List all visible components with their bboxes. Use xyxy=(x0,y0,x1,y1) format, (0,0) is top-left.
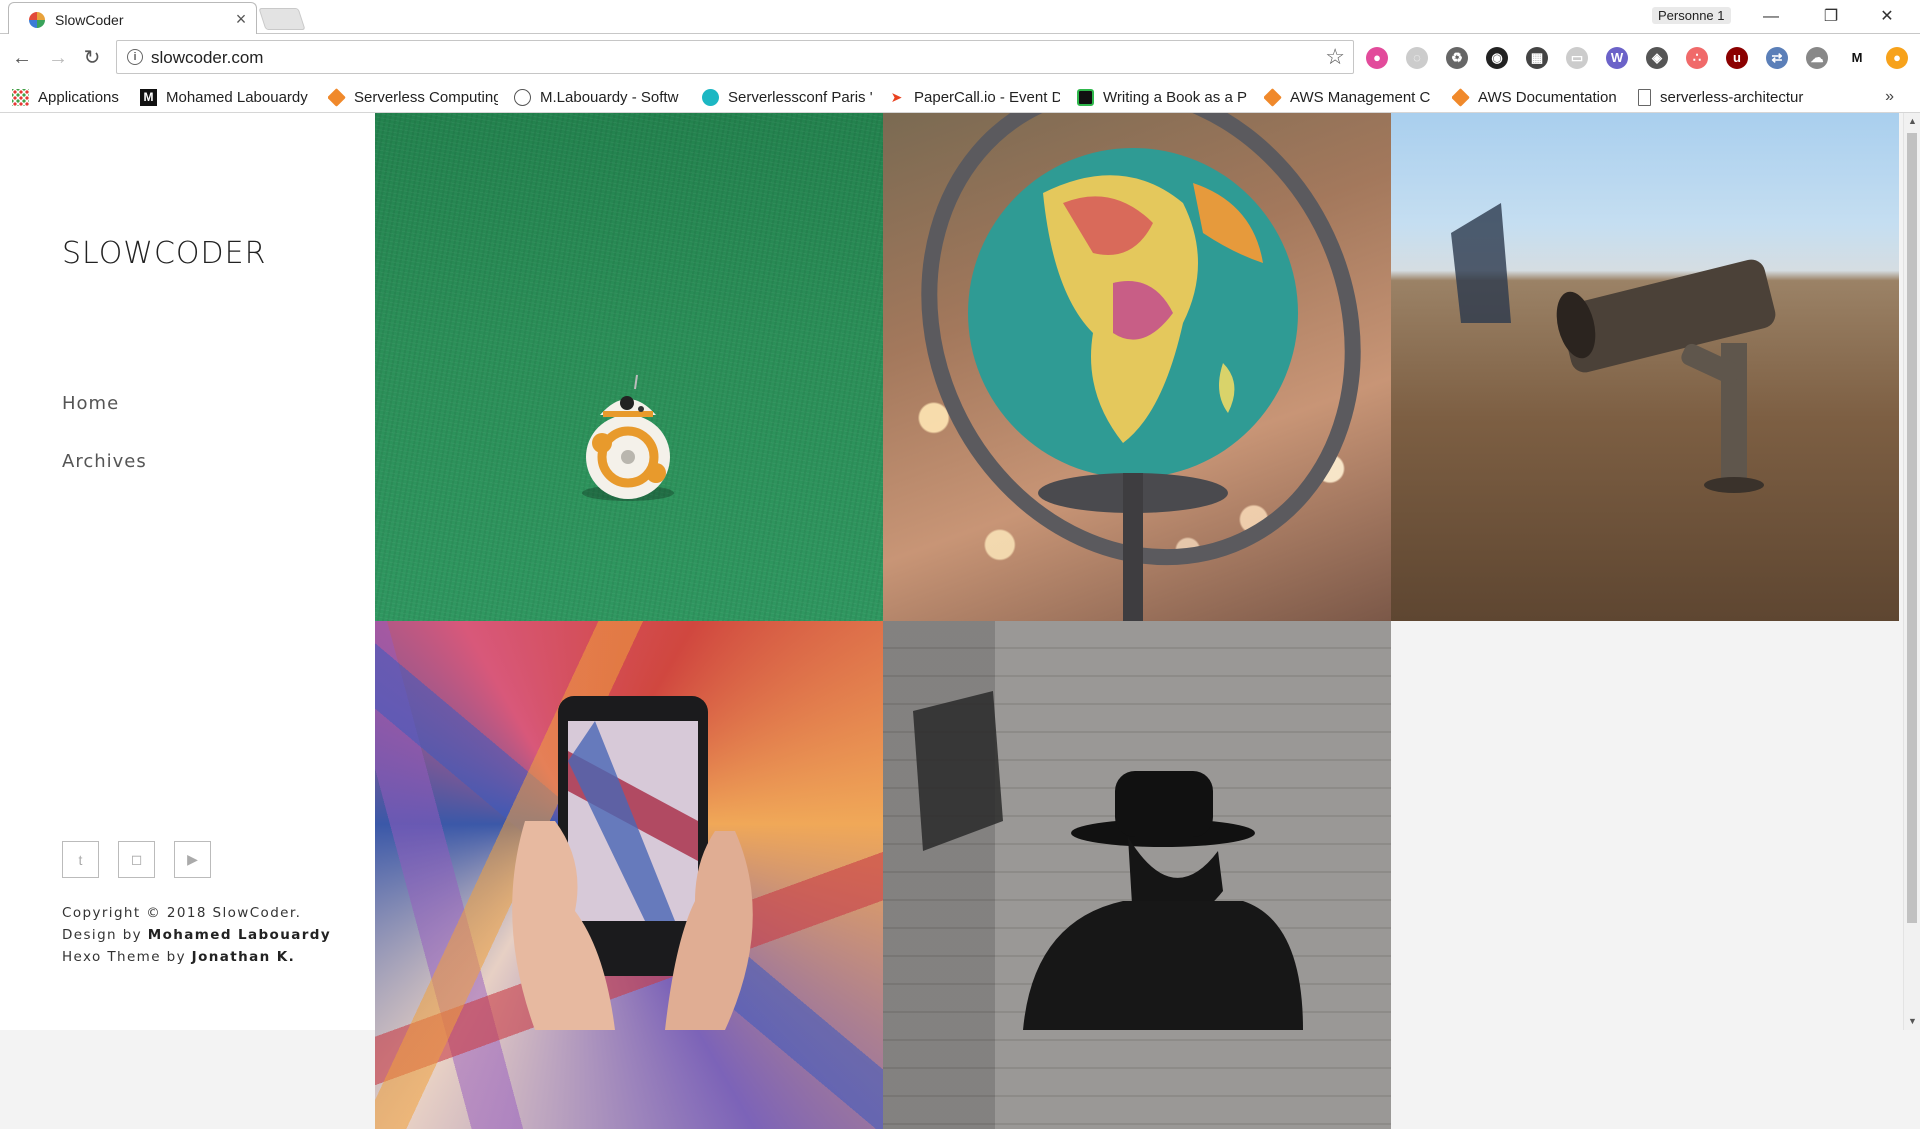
cloud-icon[interactable]: ☁ xyxy=(1806,47,1828,69)
tab-strip: SlowCoder × Personne 1 — ❐ ✕ xyxy=(0,0,1920,35)
bookmark-serverless-computing[interactable]: Serverless Computing xyxy=(328,82,498,113)
sidebar: SLOWCODER Home Archives t ◻ ▶ Copyright … xyxy=(0,113,375,1030)
color-wheel-icon[interactable]: ● xyxy=(1366,47,1388,69)
instagram-glyph: ◻ xyxy=(130,851,143,867)
page-content: SLOWCODER Home Archives t ◻ ▶ Copyright … xyxy=(0,113,1920,1129)
bookmark-label: Mohamed Labouardy xyxy=(166,89,308,106)
honey-icon[interactable]: ● xyxy=(1886,47,1908,69)
scrollbar-thumb[interactable] xyxy=(1907,133,1917,923)
youtube-icon[interactable]: ▶ xyxy=(174,841,211,878)
bookmark-label: serverless-architectur xyxy=(1660,89,1804,106)
bookmark-star-icon[interactable]: ☆ xyxy=(1325,44,1345,70)
apps-icon xyxy=(12,89,29,106)
medium-icon[interactable]: M xyxy=(1846,47,1868,69)
ublock-icon[interactable]: u xyxy=(1726,47,1748,69)
scroll-up-icon[interactable]: ▲ xyxy=(1904,113,1920,130)
bookmark-label: Applications xyxy=(38,89,119,106)
bookmark-mlabouardy[interactable]: M.Labouardy - Softw xyxy=(514,82,684,113)
globe-image xyxy=(921,113,1361,621)
post-tile-globe[interactable] xyxy=(883,113,1391,621)
bookmark-applications[interactable]: Applications xyxy=(12,82,127,113)
bookmark-label: PaperCall.io - Event D xyxy=(914,89,1060,106)
aws-cube-icon xyxy=(1452,88,1470,107)
bb8-droid-image xyxy=(582,374,674,501)
design-author-link[interactable]: Mohamed Labouardy xyxy=(148,927,331,943)
url-text[interactable]: slowcoder.com xyxy=(151,48,263,68)
security-camera-image xyxy=(1451,203,1776,493)
bookmark-aws-documentation[interactable]: AWS Documentation xyxy=(1452,82,1624,113)
new-tab-button[interactable] xyxy=(258,8,306,30)
close-window-button[interactable]: ✕ xyxy=(1862,2,1912,32)
design-prefix: Design by xyxy=(62,927,148,943)
theme-credit: Hexo Theme by Jonathan K. xyxy=(62,949,295,965)
document-icon xyxy=(1638,89,1651,106)
forward-button[interactable]: → xyxy=(44,44,72,72)
bookmark-serverlessconf[interactable]: Serverlessconf Paris ' xyxy=(702,82,872,113)
instagram-icon[interactable]: ◻ xyxy=(118,841,155,878)
aws-cube-icon xyxy=(1264,88,1282,107)
page-scrollbar[interactable]: ▲ ▼ xyxy=(1903,113,1920,1030)
browser-toolbar: ← → ↻ i slowcoder.com ☆ ● ◌ ♻ ◉ ▦ ▭ W ◈ ∴ u ⇄ ☁ M ● xyxy=(0,34,1920,82)
copyright-text: Copyright © 2018 SlowCoder. xyxy=(62,905,302,921)
youtube-glyph: ▶ xyxy=(187,851,198,867)
twitter-icon[interactable]: t xyxy=(62,841,99,878)
restore-button[interactable]: ❐ xyxy=(1806,2,1856,32)
site-info-icon[interactable]: i xyxy=(127,49,143,65)
post-tile-security-camera[interactable] xyxy=(1391,113,1899,621)
minimize-button[interactable]: — xyxy=(1746,2,1796,32)
browser-tab-active[interactable]: SlowCoder × xyxy=(8,2,257,35)
back-button[interactable]: ← xyxy=(8,44,36,72)
theme-prefix: Hexo Theme by xyxy=(62,949,192,965)
tab-title: SlowCoder xyxy=(55,12,124,28)
post-tile-man-in-hat[interactable] xyxy=(883,621,1391,1129)
wappalyzer-icon[interactable]: W xyxy=(1606,47,1628,69)
medium-icon: M xyxy=(140,89,157,106)
site-title[interactable]: SLOWCODER xyxy=(62,236,266,271)
bookmark-writing-a-book[interactable]: Writing a Book as a P xyxy=(1077,82,1249,113)
scroll-down-icon[interactable]: ▼ xyxy=(1904,1013,1920,1030)
twitter-glyph: t xyxy=(78,851,83,868)
bookmark-mohamed-labouardy[interactable]: M Mohamed Labouardy xyxy=(140,82,312,113)
profile-button[interactable]: Personne 1 xyxy=(1652,7,1731,24)
bookmark-label: AWS Management C xyxy=(1290,89,1431,106)
bookmark-label: Serverlessconf Paris ' xyxy=(728,89,872,106)
nav-archives-link[interactable]: Archives xyxy=(62,451,147,472)
bookmark-label: M.Labouardy - Softw xyxy=(540,89,679,106)
papercall-icon: ➤ xyxy=(890,89,903,105)
phone-graffiti-image xyxy=(512,696,753,1030)
more-bookmarks-icon[interactable]: » xyxy=(1885,88,1894,106)
camera-lens-icon[interactable]: ◉ xyxy=(1486,47,1508,69)
post-tile-phone-graffiti[interactable] xyxy=(375,621,883,1129)
tab-close-icon[interactable]: × xyxy=(231,9,251,29)
bookmarks-bar: Applications M Mohamed Labouardy Serverle… xyxy=(0,82,1920,113)
man-in-hat-image xyxy=(913,691,1303,1030)
cast-icon[interactable]: ▭ xyxy=(1566,47,1588,69)
aws-cube-icon xyxy=(328,88,346,107)
asana-icon[interactable]: ∴ xyxy=(1686,47,1708,69)
translate-icon[interactable]: ⇄ xyxy=(1766,47,1788,69)
bookmark-label: AWS Documentation xyxy=(1478,89,1617,106)
nav-home-link[interactable]: Home xyxy=(62,393,119,414)
bookmark-label: Writing a Book as a P xyxy=(1103,89,1247,106)
recycle-icon[interactable]: ♻ xyxy=(1446,47,1468,69)
bookmark-label: Serverless Computing xyxy=(354,89,498,106)
site-favicon-icon xyxy=(29,12,45,28)
circle-icon xyxy=(514,89,531,106)
shield-icon[interactable]: ◈ xyxy=(1646,47,1668,69)
post-tile-bb8[interactable] xyxy=(375,113,883,621)
bookmark-aws-management[interactable]: AWS Management C xyxy=(1264,82,1436,113)
reload-button[interactable]: ↻ xyxy=(78,44,106,72)
design-credit: Design by Mohamed Labouardy xyxy=(62,927,331,943)
grammar-icon[interactable]: ◌ xyxy=(1406,47,1428,69)
bookmark-serverless-architecture[interactable]: serverless-architectur xyxy=(1638,82,1810,113)
leanpub-icon xyxy=(1077,89,1094,106)
film-icon[interactable]: ▦ xyxy=(1526,47,1548,69)
theme-author-link[interactable]: Jonathan K. xyxy=(192,949,296,965)
bookmark-papercall[interactable]: ➤ PaperCall.io - Event D xyxy=(888,82,1060,113)
address-bar[interactable]: i slowcoder.com ☆ xyxy=(116,40,1354,74)
serverless-icon xyxy=(702,89,719,106)
